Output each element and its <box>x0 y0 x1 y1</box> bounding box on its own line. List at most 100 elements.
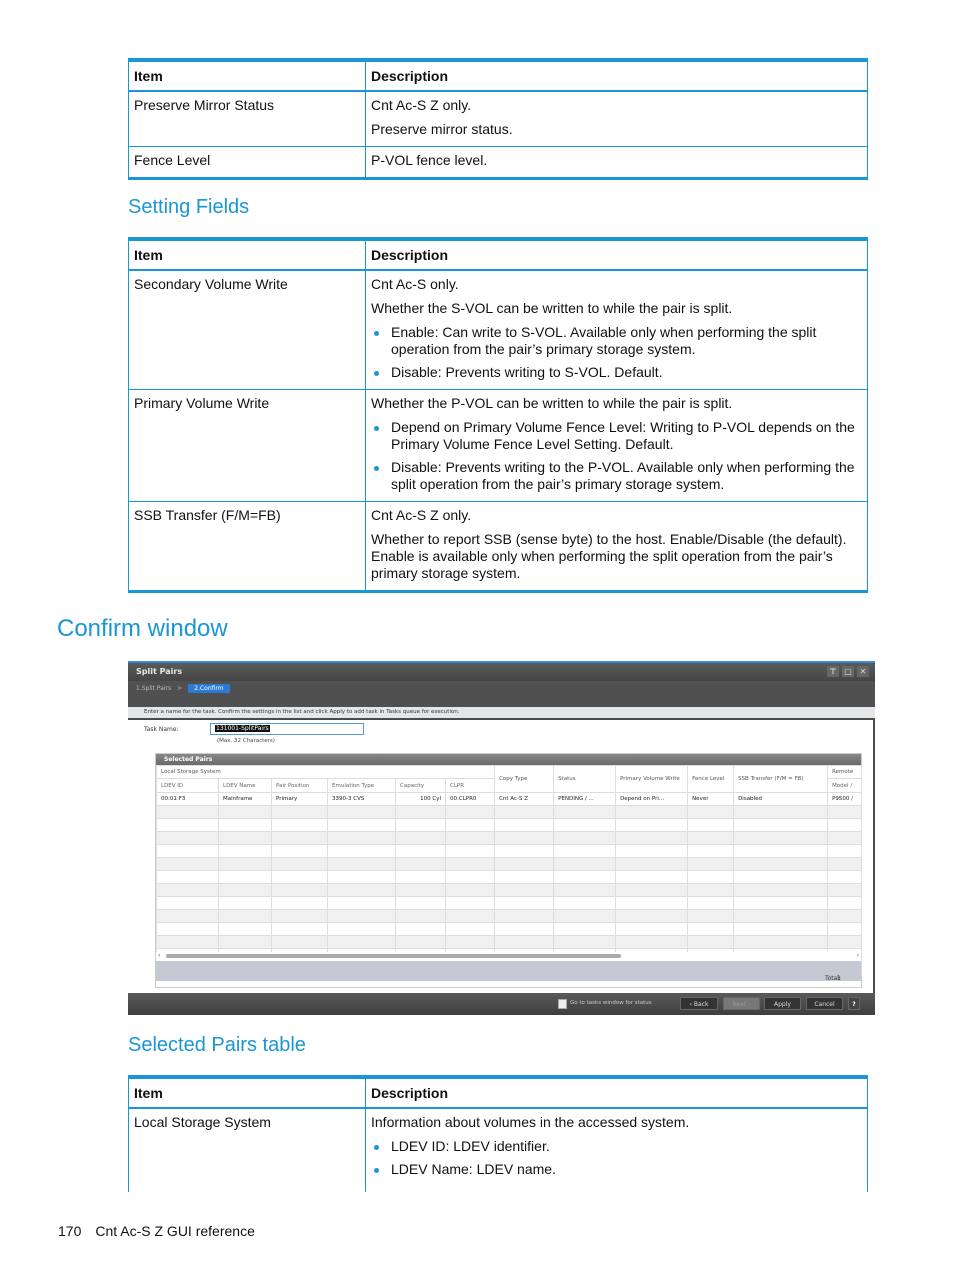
empty-cell <box>218 844 272 858</box>
column-header[interactable]: Status <box>553 765 617 793</box>
bullet-list: LDEV ID: LDEV identifier. LDEV Name: LDE… <box>371 1138 862 1178</box>
table-row: Fence Level P-VOL fence level. <box>128 146 868 179</box>
page-number: 170 <box>58 1223 82 1239</box>
empty-cell <box>395 896 446 910</box>
empty-cell <box>444 870 496 884</box>
help-button[interactable]: ? <box>848 997 860 1010</box>
cell-status: PENDING / ... <box>553 792 617 806</box>
empty-cell <box>553 844 617 858</box>
description-text: P-VOL fence level. <box>371 152 488 168</box>
empty-cell <box>615 818 689 832</box>
wizard-steps: 1.Split Pairs >2.Confirm <box>128 681 875 707</box>
column-header[interactable]: Copy Type <box>494 765 555 793</box>
bullet-icon <box>374 466 379 471</box>
empty-cell <box>444 857 496 871</box>
column-header[interactable]: Fence Level <box>687 765 735 793</box>
empty-cell <box>327 909 396 923</box>
empty-row <box>156 844 863 858</box>
cell-fence-level: Never <box>687 792 735 806</box>
description-cell: P-VOL fence level. <box>365 146 868 179</box>
empty-row <box>156 922 863 936</box>
empty-cell <box>327 870 396 884</box>
item-cell: SSB Transfer (F/M=FB) <box>128 501 366 592</box>
empty-cell <box>156 922 219 936</box>
column-header[interactable]: Capacity <box>395 778 446 793</box>
step-confirm: 2.Confirm <box>188 684 230 693</box>
group-header-local: Local Storage System <box>155 765 496 779</box>
column-header[interactable]: Emulation Type <box>327 778 396 793</box>
empty-cell <box>827 818 863 832</box>
empty-row <box>156 935 863 949</box>
cell-clpr: 00:CLPR0 <box>444 792 496 806</box>
dialog-body: Task Name: 131001-SplitPairs (Max. 32 Ch… <box>128 720 873 993</box>
empty-cell <box>827 844 863 858</box>
empty-cell <box>156 805 219 819</box>
empty-cell <box>271 883 328 897</box>
empty-cell <box>553 922 617 936</box>
empty-cell <box>733 935 829 949</box>
scroll-left-icon[interactable]: ‹ <box>158 952 160 959</box>
cancel-button[interactable]: Cancel <box>806 997 843 1010</box>
empty-cell <box>218 922 272 936</box>
empty-cell <box>395 818 446 832</box>
empty-cell <box>327 922 396 936</box>
empty-cell <box>494 909 555 923</box>
empty-cell <box>615 896 689 910</box>
apply-button[interactable]: Apply <box>764 997 801 1010</box>
task-name-input[interactable]: 131001-SplitPairs <box>210 723 364 735</box>
task-name-label: Task Name: <box>144 726 179 733</box>
empty-cell <box>444 896 496 910</box>
empty-cell <box>687 935 735 949</box>
empty-cell <box>733 857 829 871</box>
empty-cell <box>733 818 829 832</box>
empty-cell <box>444 935 496 949</box>
empty-cell <box>553 870 617 884</box>
empty-cell <box>218 857 272 871</box>
maximize-icon[interactable]: □ <box>842 666 854 677</box>
column-header[interactable]: CLPR <box>444 778 496 793</box>
column-header[interactable]: Pair Position <box>271 778 328 793</box>
description-cell: Cnt Ac-S Z only. Preserve mirror status. <box>365 90 868 147</box>
empty-cell <box>827 857 863 871</box>
column-header[interactable]: Primary Volume Write <box>615 765 689 793</box>
empty-cell <box>615 909 689 923</box>
group-header-remote: Remote <box>827 765 863 779</box>
empty-cell <box>156 831 219 845</box>
table-row: SSB Transfer (F/M=FB) Cnt Ac-S Z only. W… <box>128 501 868 592</box>
split-pairs-dialog-screenshot: Split Pairs ⊤ □ ✕ 1.Split Pairs >2.Confir… <box>128 661 875 1015</box>
empty-cell <box>733 909 829 923</box>
back-button[interactable]: ‹ Back <box>680 997 718 1010</box>
item-cell: Fence Level <box>128 146 366 179</box>
selected-pairs-grid: Local Storage System Copy Type Status Pr… <box>155 765 863 975</box>
empty-cell <box>271 805 328 819</box>
scrollbar-thumb[interactable] <box>166 954 621 958</box>
bullet-item: Depend on Primary Volume Fence Level: Wr… <box>371 419 862 453</box>
bullet-icon <box>374 331 379 336</box>
column-header[interactable]: LDEV ID <box>156 778 219 793</box>
empty-cell <box>827 909 863 923</box>
column-header[interactable]: SSB Transfer (F/M = FB) <box>733 765 829 793</box>
empty-cell <box>553 805 617 819</box>
column-header[interactable]: LDEV Name <box>218 778 272 793</box>
empty-cell <box>553 818 617 832</box>
empty-cell <box>395 844 446 858</box>
column-header[interactable]: Model / <box>827 778 863 793</box>
empty-cell <box>156 935 219 949</box>
dialog-title: Split Pairs <box>136 667 183 676</box>
pin-icon[interactable]: ⊤ <box>827 666 839 677</box>
close-icon[interactable]: ✕ <box>857 666 869 677</box>
selected-pairs-table-heading: Selected Pairs table <box>128 1034 306 1056</box>
bullet-icon <box>374 1145 379 1150</box>
empty-cell <box>553 831 617 845</box>
horizontal-scrollbar[interactable]: ‹ › <box>156 952 861 961</box>
step-separator: > <box>177 685 183 692</box>
empty-cell <box>444 831 496 845</box>
scroll-right-icon[interactable]: › <box>857 952 859 959</box>
empty-cell <box>395 935 446 949</box>
empty-cell <box>615 935 689 949</box>
description-text: Preserve mirror status. <box>371 121 513 137</box>
go-to-tasks-checkbox[interactable] <box>558 999 567 1009</box>
empty-row <box>156 818 863 832</box>
table-row[interactable]: 00:01:F3 Mainframe Primary 3390-3 CVS 10… <box>156 792 863 806</box>
next-button[interactable]: Next › <box>723 997 760 1010</box>
